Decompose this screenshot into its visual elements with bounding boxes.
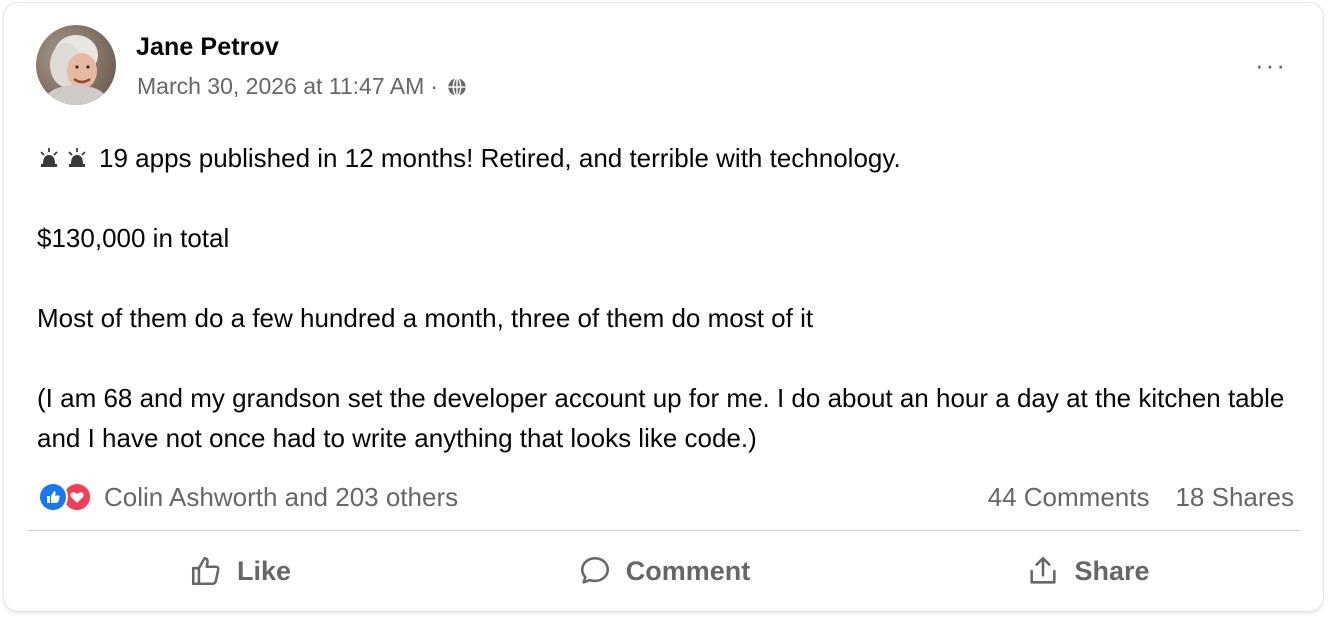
comment-button[interactable]: Comment bbox=[452, 543, 876, 599]
like-button[interactable]: Like bbox=[28, 543, 452, 599]
engagement-stats: Colin Ashworth and 203 others 44 Comment… bbox=[38, 477, 1294, 517]
share-button[interactable]: Share bbox=[876, 543, 1300, 599]
thumbs-up-icon bbox=[191, 556, 220, 586]
comments-count[interactable]: 44 Comments bbox=[988, 482, 1150, 513]
post-card: Jane Petrov March 30, 2026 at 11:47 AM ·… bbox=[4, 3, 1323, 611]
divider bbox=[28, 530, 1300, 531]
speech-bubble-icon bbox=[580, 556, 609, 584]
post-paragraph: $130,000 in total bbox=[37, 223, 230, 253]
reactions-summary[interactable]: Colin Ashworth and 203 others bbox=[38, 482, 458, 513]
action-bar: Like Comment Share bbox=[28, 541, 1300, 601]
share-icon bbox=[1030, 556, 1057, 584]
meta-separator: · bbox=[430, 73, 438, 99]
reactors-text[interactable]: Colin Ashworth and 203 others bbox=[104, 482, 458, 513]
comment-label: Comment bbox=[625, 555, 751, 586]
rotating-light-icon bbox=[40, 148, 58, 167]
share-label: Share bbox=[1074, 555, 1150, 586]
author-name[interactable]: Jane Petrov bbox=[136, 33, 279, 62]
reaction-icons bbox=[38, 482, 92, 512]
post-paragraph: 19 apps published in 12 months! Retired,… bbox=[37, 138, 1287, 178]
like-reaction-icon bbox=[38, 482, 68, 512]
post-line-1: 19 apps published in 12 months! Retired,… bbox=[99, 143, 901, 173]
like-label: Like bbox=[236, 555, 292, 586]
post-timestamp[interactable]: March 30, 2026 at 11:47 AM bbox=[137, 73, 424, 100]
engagement-counts: 44 Comments 18 Shares bbox=[988, 482, 1294, 513]
globe-icon[interactable] bbox=[446, 76, 468, 98]
more-options-button[interactable]: ··· bbox=[1255, 52, 1287, 78]
post-paragraph: Most of them do a few hundred a month, t… bbox=[37, 303, 814, 333]
avatar[interactable] bbox=[36, 25, 116, 105]
post-meta: March 30, 2026 at 11:47 AM · bbox=[137, 73, 468, 100]
emoji-prefix bbox=[37, 146, 89, 170]
rotating-light-icon bbox=[68, 148, 86, 167]
shares-count[interactable]: 18 Shares bbox=[1175, 482, 1294, 513]
post-body: 19 apps published in 12 months! Retired,… bbox=[37, 138, 1287, 458]
post-paragraph: (I am 68 and my grandson set the develop… bbox=[37, 383, 1285, 453]
